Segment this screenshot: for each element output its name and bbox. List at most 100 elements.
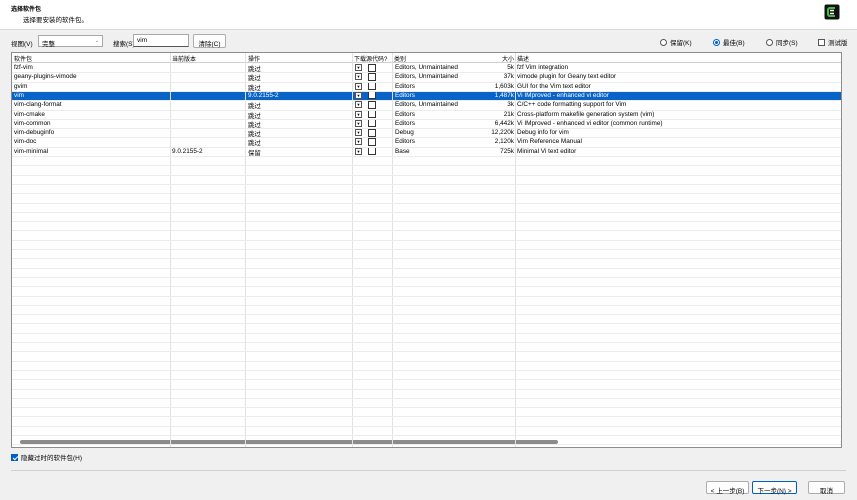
- cell-package: vim-minimal: [14, 147, 49, 155]
- radio-best[interactable]: 最佳(B): [713, 37, 745, 47]
- dropdown-arrow-icon[interactable]: ▼: [355, 82, 362, 90]
- column-header-size[interactable]: 大小: [502, 54, 514, 63]
- source-checkbox[interactable]: [368, 63, 376, 72]
- cell-package: fzf-vim: [14, 64, 33, 71]
- source-checkbox[interactable]: [368, 137, 376, 146]
- source-checkbox[interactable]: [368, 147, 376, 156]
- column-header-current-version[interactable]: 当前版本: [172, 54, 196, 63]
- row-divider: [12, 342, 841, 343]
- page-title: 选择软件包: [11, 7, 42, 13]
- view-select[interactable]: 完整 ⌄: [38, 35, 103, 48]
- next-button[interactable]: 下一步(N) >: [752, 481, 797, 495]
- row-divider: [12, 100, 841, 102]
- row-divider: [12, 183, 841, 185]
- table-row[interactable]: vim-doc 跳过 Editors 2,120k Vim Reference Manu…: [12, 137, 841, 147]
- source-checkbox[interactable]: [368, 119, 376, 128]
- table-row[interactable]: gvim 跳过 Editors 1,603k GUI for the Vim text …: [12, 82, 841, 92]
- cell-size: 6,442k: [494, 119, 514, 127]
- column-header-package[interactable]: 软件包: [14, 54, 32, 63]
- dropdown-arrow-icon[interactable]: ▼: [355, 64, 362, 71]
- dropdown-arrow-icon[interactable]: ▼: [355, 110, 362, 118]
- row-divider: [12, 416, 841, 418]
- test-checkbox-box: [818, 38, 825, 46]
- column-header-source[interactable]: 下载源代码?: [354, 54, 387, 63]
- package-grid[interactable]: 软件包 当前版本 操作 下载源代码? 类别 大小 描述 fzf-vim 跳过 Edi…: [11, 52, 842, 448]
- cell-category: Editors, Unmaintained: [395, 101, 458, 109]
- source-checkbox[interactable]: [368, 110, 376, 118]
- row-divider: [12, 295, 841, 297]
- source-checkbox[interactable]: [368, 100, 376, 109]
- cell-description: vimode plugin for Geany text editor: [517, 73, 617, 81]
- cell-package: vim: [14, 91, 24, 99]
- row-divider: [12, 193, 841, 195]
- dropdown-arrow-icon[interactable]: ▼: [355, 147, 362, 155]
- source-checkbox[interactable]: [368, 72, 376, 81]
- cell-action[interactable]: 9.0.2155-2: [248, 92, 279, 99]
- radio-best-label: 最佳(B): [723, 40, 745, 47]
- row-divider: [12, 407, 841, 409]
- row-divider: [12, 369, 841, 371]
- table-row[interactable]: vim-clang-format 跳过 Editors, Unmaintained 3…: [12, 100, 841, 110]
- column-header-description[interactable]: 描述: [517, 54, 529, 63]
- cell-description: Minimal Vi text editor: [517, 147, 577, 155]
- cell-category: Editors: [395, 82, 415, 90]
- test-checkbox[interactable]: 测试版: [818, 37, 848, 47]
- chevron-down-icon: ⌄: [94, 38, 99, 44]
- column-header-row: 软件包 当前版本 操作 下载源代码? 类别 大小 描述: [12, 53, 841, 63]
- cell-category: Editors: [395, 110, 415, 118]
- row-divider: [12, 444, 841, 446]
- column-header-action[interactable]: 操作: [248, 54, 260, 63]
- radio-sync[interactable]: 同步(S): [766, 37, 798, 47]
- row-divider: [12, 72, 841, 74]
- cell-category: Editors: [395, 91, 415, 99]
- row-divider: [12, 267, 841, 269]
- cell-category: Editors, Unmaintained: [395, 73, 458, 81]
- back-button[interactable]: < 上一步(B): [706, 481, 749, 495]
- row-divider: [12, 109, 841, 111]
- row-divider: [12, 211, 841, 213]
- table-row[interactable]: vim-minimal 9.0.2155-2 保留 Base 725k Minimal V…: [12, 147, 841, 157]
- row-divider: [12, 239, 841, 241]
- hide-obsolete-checkbox[interactable]: 隐藏过时的软件包(H): [11, 452, 82, 462]
- dropdown-arrow-icon[interactable]: ▼: [355, 91, 362, 99]
- clear-button[interactable]: 清除(C): [193, 34, 226, 48]
- dropdown-arrow-icon[interactable]: ▼: [355, 101, 362, 109]
- column-header-category[interactable]: 类别: [394, 54, 406, 63]
- cell-size: 2,120k: [494, 138, 514, 146]
- row-divider: [12, 323, 841, 325]
- dropdown-arrow-icon[interactable]: ▼: [355, 129, 362, 137]
- source-checkbox[interactable]: [368, 91, 376, 100]
- table-row[interactable]: vim-debuginfo 跳过 Debug 12,220k Debug info fo…: [12, 128, 841, 138]
- cell-package: vim-cmake: [14, 110, 45, 118]
- row-divider: [12, 314, 841, 316]
- table-row[interactable]: vim-cmake 跳过 Editors 21k Cross-platform make…: [12, 110, 841, 120]
- view-label: 视图(V): [11, 41, 33, 48]
- dropdown-arrow-icon[interactable]: ▼: [355, 119, 362, 127]
- cancel-button[interactable]: 取消: [808, 481, 845, 495]
- row-divider: [12, 249, 841, 250]
- hide-obsolete-checkbox-box: [11, 453, 18, 461]
- dropdown-arrow-icon[interactable]: ▼: [355, 138, 362, 146]
- cell-package: vim-common: [14, 119, 51, 127]
- table-row[interactable]: vim 9.0.2155-2 Editors 1,487k Vi IMproved - …: [12, 90, 841, 101]
- view-select-value: 完整: [42, 41, 55, 48]
- row-divider: [12, 165, 841, 167]
- source-checkbox[interactable]: [368, 128, 376, 137]
- table-row[interactable]: fzf-vim 跳过 Editors, Unmaintained 5k fzf Vim …: [12, 63, 841, 73]
- row-divider: [12, 90, 841, 92]
- table-row[interactable]: vim-common 跳过 Editors 6,442k Vi IMproved - e…: [12, 119, 841, 129]
- row-divider: [12, 258, 841, 260]
- radio-sync-dot: [766, 38, 773, 46]
- cell-size: 1,487k: [494, 91, 514, 99]
- radio-keep[interactable]: 保留(K): [660, 37, 692, 47]
- dropdown-arrow-icon[interactable]: ▼: [355, 73, 362, 81]
- table-row[interactable]: geany-plugins-vimode 跳过 Editors, Unmaintai…: [12, 72, 841, 82]
- cygwin-logo-icon: [824, 4, 840, 20]
- search-input[interactable]: vim: [133, 34, 189, 47]
- source-checkbox[interactable]: [368, 82, 376, 91]
- row-divider: [12, 174, 841, 176]
- row-divider: [12, 425, 841, 427]
- row-divider: [12, 146, 841, 148]
- cell-package: vim-clang-format: [14, 101, 62, 109]
- radio-keep-label: 保留(K): [670, 40, 692, 47]
